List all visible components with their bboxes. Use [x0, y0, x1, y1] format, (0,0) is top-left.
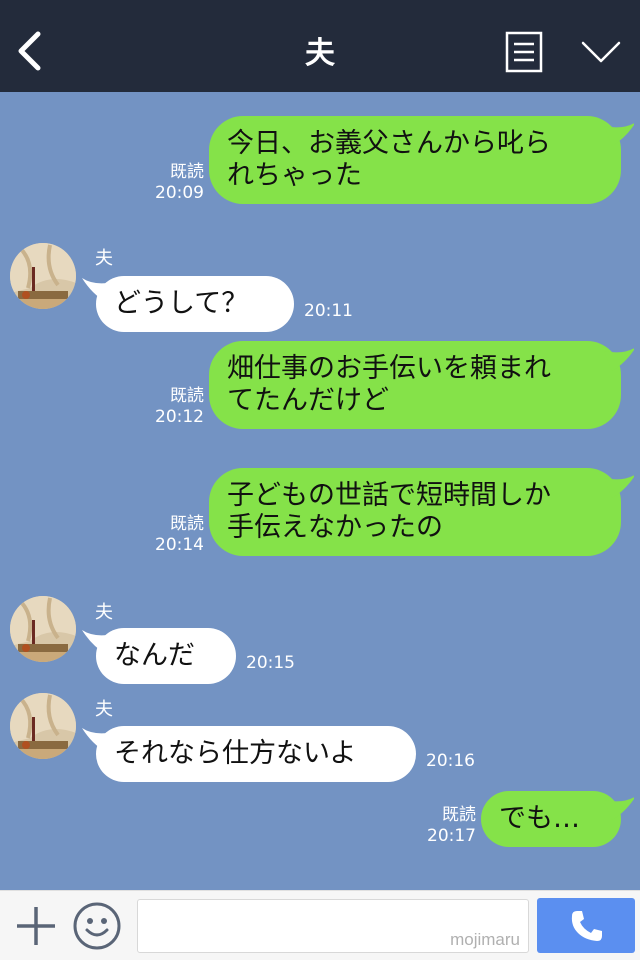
menu-list-icon[interactable]: [505, 31, 543, 73]
message-time: 20:16: [426, 751, 475, 771]
chat-header: 夫: [0, 0, 640, 92]
message-meta: 既読 20:09: [152, 162, 204, 204]
message-line: それなら仕方ないよ: [114, 738, 357, 769]
read-receipt: 既読: [170, 514, 204, 534]
message-line: てたんだけど: [227, 385, 389, 416]
message-meta: 既読 20:17: [424, 805, 476, 847]
message-time: 20:11: [304, 301, 353, 321]
avatar-image: [10, 693, 76, 759]
message-line: なんだ: [114, 640, 195, 671]
message-line: 手伝えなかったの: [227, 512, 443, 543]
their-message-bubble[interactable]: なんだ: [96, 628, 236, 684]
message-line: どうして？: [114, 288, 249, 319]
message-time: 20:09: [155, 183, 204, 203]
chevron-down-icon[interactable]: [580, 38, 622, 66]
read-receipt: 既読: [170, 162, 204, 182]
message-line: 子どもの世話で短時間しか: [227, 480, 551, 511]
message-line: 畑仕事のお手伝いを頼まれ: [227, 353, 551, 384]
avatar[interactable]: [10, 596, 76, 662]
message-line: 今日、お義父さんから叱ら: [227, 128, 551, 159]
chat-title: 夫: [305, 36, 335, 71]
message-input[interactable]: mojimaru: [137, 899, 529, 953]
bubble-tail: [604, 475, 634, 498]
bubble-tail: [604, 797, 634, 820]
message-time: 20:14: [155, 535, 204, 555]
phone-icon: [571, 911, 602, 941]
sender-name: 夫: [95, 699, 113, 720]
plus-icon[interactable]: [14, 904, 58, 948]
their-message-bubble[interactable]: それなら仕方ないよ: [96, 726, 416, 782]
message-line: でも…: [499, 803, 580, 834]
bubble-tail: [604, 123, 634, 146]
watermark: mojimaru: [450, 930, 520, 949]
my-message-bubble[interactable]: でも…: [481, 791, 621, 847]
read-receipt: 既読: [170, 386, 204, 406]
message-time: 20:12: [155, 407, 204, 427]
their-message-bubble[interactable]: どうして？: [96, 276, 294, 332]
smiley-icon[interactable]: [72, 901, 122, 951]
avatar-image: [10, 596, 76, 662]
my-message-bubble[interactable]: 畑仕事のお手伝いを頼まれ てたんだけど: [209, 341, 621, 429]
avatar[interactable]: [10, 693, 76, 759]
sender-name: 夫: [95, 602, 113, 623]
avatar[interactable]: [10, 243, 76, 309]
read-receipt: 既読: [442, 805, 476, 825]
message-line: れちゃった: [227, 160, 362, 191]
message-time: 20:17: [427, 826, 476, 846]
my-message-bubble[interactable]: 子どもの世話で短時間しか 手伝えなかったの: [209, 468, 621, 556]
message-time: 20:15: [246, 653, 295, 673]
my-message-bubble[interactable]: 今日、お義父さんから叱ら れちゃった: [209, 116, 621, 204]
sender-name: 夫: [95, 248, 113, 269]
message-meta: 既読 20:14: [152, 514, 204, 556]
bubble-tail: [604, 348, 634, 371]
message-meta: 既読 20:12: [152, 386, 204, 428]
call-button[interactable]: [537, 898, 635, 953]
chat-area[interactable]: 既読 20:09 今日、お義父さんから叱ら れちゃった 夫 どうして？ 20:1…: [0, 92, 640, 890]
input-bar: mojimaru: [0, 890, 640, 960]
avatar-image: [10, 243, 76, 309]
